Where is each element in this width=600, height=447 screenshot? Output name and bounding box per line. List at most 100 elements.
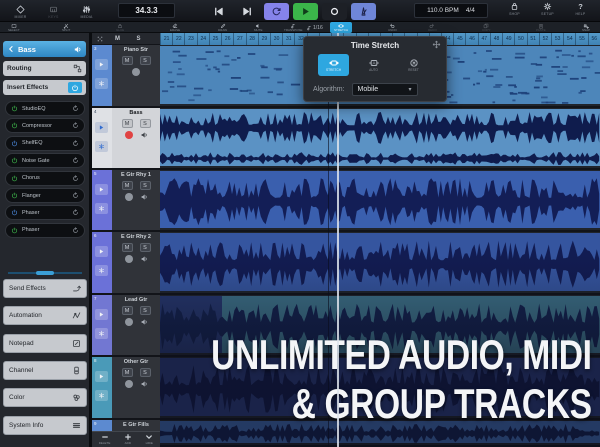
glue-tool-button[interactable]: GLUE	[116, 22, 124, 33]
track-hide-button[interactable]: HIDE	[145, 433, 153, 445]
track-color-strip[interactable]: 3	[92, 45, 112, 106]
track-solo-button[interactable]: S	[140, 56, 151, 65]
draw-tool-button[interactable]: DRAW	[218, 22, 227, 33]
track-color-strip[interactable]: 7	[92, 295, 112, 355]
quantize-tool-button[interactable]: 1/16	[306, 22, 323, 33]
track-monitor-button[interactable]	[95, 309, 108, 320]
timestretch-reset-button[interactable]: RESET	[398, 54, 429, 76]
track-record-button[interactable]	[132, 68, 140, 76]
split-tool-button[interactable]: SPLIT	[62, 22, 70, 33]
copy-tool-button[interactable]: COPY	[482, 22, 491, 33]
track-mute-button[interactable]: M	[122, 119, 133, 128]
track-color-strip[interactable]: 6	[92, 232, 112, 293]
snap-tool-button[interactable]: SNAP	[582, 22, 590, 33]
effect-slot-8[interactable]: Phaser	[5, 223, 85, 238]
effect-slot-3[interactable]: ShelfEQ	[5, 136, 85, 151]
effect-slot-5[interactable]: Chorus	[5, 171, 85, 186]
tempo-display[interactable]: 110.0 BPM 4/4	[414, 3, 488, 18]
effect-slot-7[interactable]: Phaser	[5, 205, 85, 220]
setup-button[interactable]: SETUP	[531, 0, 564, 16]
redo-tool-button[interactable]: REDO	[428, 22, 437, 33]
track-delete-button[interactable]: DELETE	[99, 433, 111, 445]
song-position-display[interactable]: 34.3.3	[118, 3, 175, 18]
track-add-button[interactable]: ADD	[124, 433, 132, 445]
track-solo-button[interactable]: S	[140, 368, 151, 377]
select-tool-button[interactable]: SELECT	[8, 22, 20, 33]
audio-region-bass[interactable]	[160, 109, 600, 166]
track-mute-button[interactable]: M	[122, 181, 133, 190]
track-solo-button[interactable]: S	[140, 306, 151, 315]
track-monitor-button[interactable]	[95, 59, 108, 70]
effects-scrollbar[interactable]	[8, 272, 82, 274]
track-record-button[interactable]	[125, 131, 133, 139]
track-drag-icon[interactable]	[96, 35, 112, 43]
track-mute-button[interactable]: M	[122, 306, 133, 315]
inspector-track-header[interactable]: Bass	[3, 41, 86, 57]
keys-button[interactable]: KEYS	[37, 3, 70, 19]
track-monitor-button[interactable]	[95, 246, 108, 257]
track-freeze-button[interactable]	[95, 141, 108, 152]
inspector-send-effects-button[interactable]: Send Effects	[3, 279, 87, 298]
rewind-button[interactable]	[206, 3, 231, 20]
forward-button[interactable]	[235, 3, 260, 20]
track-solo-button[interactable]: S	[140, 119, 151, 128]
track-monitor-button[interactable]	[95, 371, 108, 382]
timestretch-auto-button[interactable]: AAUTO	[358, 54, 389, 76]
help-button[interactable]: ?HELP	[564, 0, 597, 16]
timestretch-stretch-button[interactable]: STRETCH	[318, 54, 349, 76]
effect-slot-2[interactable]: Compressor	[5, 118, 85, 133]
shop-button[interactable]: SHOP	[498, 0, 531, 16]
inspector-automation-button[interactable]: Automation	[3, 306, 87, 325]
track-freeze-button[interactable]	[95, 328, 108, 339]
track-freeze-button[interactable]	[95, 390, 108, 401]
track-color-strip[interactable]: 5	[92, 170, 112, 230]
stretch-tool-button[interactable]: STRETCH	[330, 22, 352, 33]
global-mute-button[interactable]: M	[112, 36, 123, 42]
mixer-button[interactable]: MIXER	[4, 3, 37, 19]
track-freeze-button[interactable]	[95, 203, 108, 214]
mute-tool-button[interactable]: MUTE	[254, 22, 263, 33]
paste-tool-button[interactable]: PASTE	[536, 22, 546, 33]
move-icon[interactable]	[432, 40, 441, 49]
track-freeze-button[interactable]	[95, 78, 108, 89]
inspector-system-info-button[interactable]: System Info	[3, 416, 87, 435]
track-record-button[interactable]	[125, 255, 133, 263]
track-header-lead-gtr[interactable]: 7Lead GtrMS	[92, 295, 160, 357]
track-mute-button[interactable]: M	[122, 368, 133, 377]
track-mute-button[interactable]: M	[122, 243, 133, 252]
insert-effects-row[interactable]: Insert Effects	[3, 80, 86, 95]
effects-scrollbar-thumb[interactable]	[36, 271, 54, 275]
track-header-e-gtr-rhy-2[interactable]: 6E Gtr Rhy 2MS	[92, 232, 160, 295]
undo-tool-button[interactable]: UNDO	[388, 22, 397, 33]
track-header-other-gtr[interactable]: 8Other GtrMS	[92, 357, 160, 420]
media-button[interactable]: MEDIA	[70, 3, 103, 19]
cycle-button[interactable]	[264, 3, 289, 20]
transpose-tool-button[interactable]: TRANSPOSE	[284, 22, 303, 33]
inspector-color-button[interactable]: Color	[3, 388, 87, 407]
track-color-strip[interactable]: 4	[92, 108, 112, 168]
insert-effects-power-button[interactable]	[68, 82, 82, 93]
erase-tool-button[interactable]: ERASE	[170, 22, 180, 33]
metronome-button[interactable]	[351, 3, 376, 20]
track-record-button[interactable]	[125, 318, 133, 326]
track-color-strip[interactable]: 8	[92, 357, 112, 418]
routing-row[interactable]: Routing	[3, 61, 86, 76]
inspector-channel-button[interactable]: Channel	[3, 361, 87, 380]
track-monitor-button[interactable]	[95, 184, 108, 195]
effect-slot-6[interactable]: Flanger	[5, 188, 85, 203]
track-solo-button[interactable]: S	[140, 181, 151, 190]
track-header-e-gtr-rhy-1[interactable]: 5E Gtr Rhy 1MS	[92, 170, 160, 232]
record-button[interactable]	[322, 3, 347, 20]
track-header-bass[interactable]: 4BassMS	[92, 108, 160, 170]
track-record-button[interactable]	[125, 193, 133, 201]
global-solo-button[interactable]: S	[133, 36, 144, 42]
track-solo-button[interactable]: S	[140, 243, 151, 252]
track-header-piano-str[interactable]: 3Piano StrMS	[92, 45, 160, 108]
track-monitor-button[interactable]	[95, 122, 108, 133]
algorithm-dropdown[interactable]: Mobile ▾	[352, 83, 418, 96]
inspector-notepad-button[interactable]: Notepad	[3, 334, 87, 353]
track-mute-button[interactable]: M	[122, 56, 133, 65]
audio-region-e-gtr-rhy-1[interactable]	[160, 171, 600, 228]
track-record-button[interactable]	[125, 380, 133, 388]
effect-slot-4[interactable]: Noise Gate	[5, 153, 85, 168]
